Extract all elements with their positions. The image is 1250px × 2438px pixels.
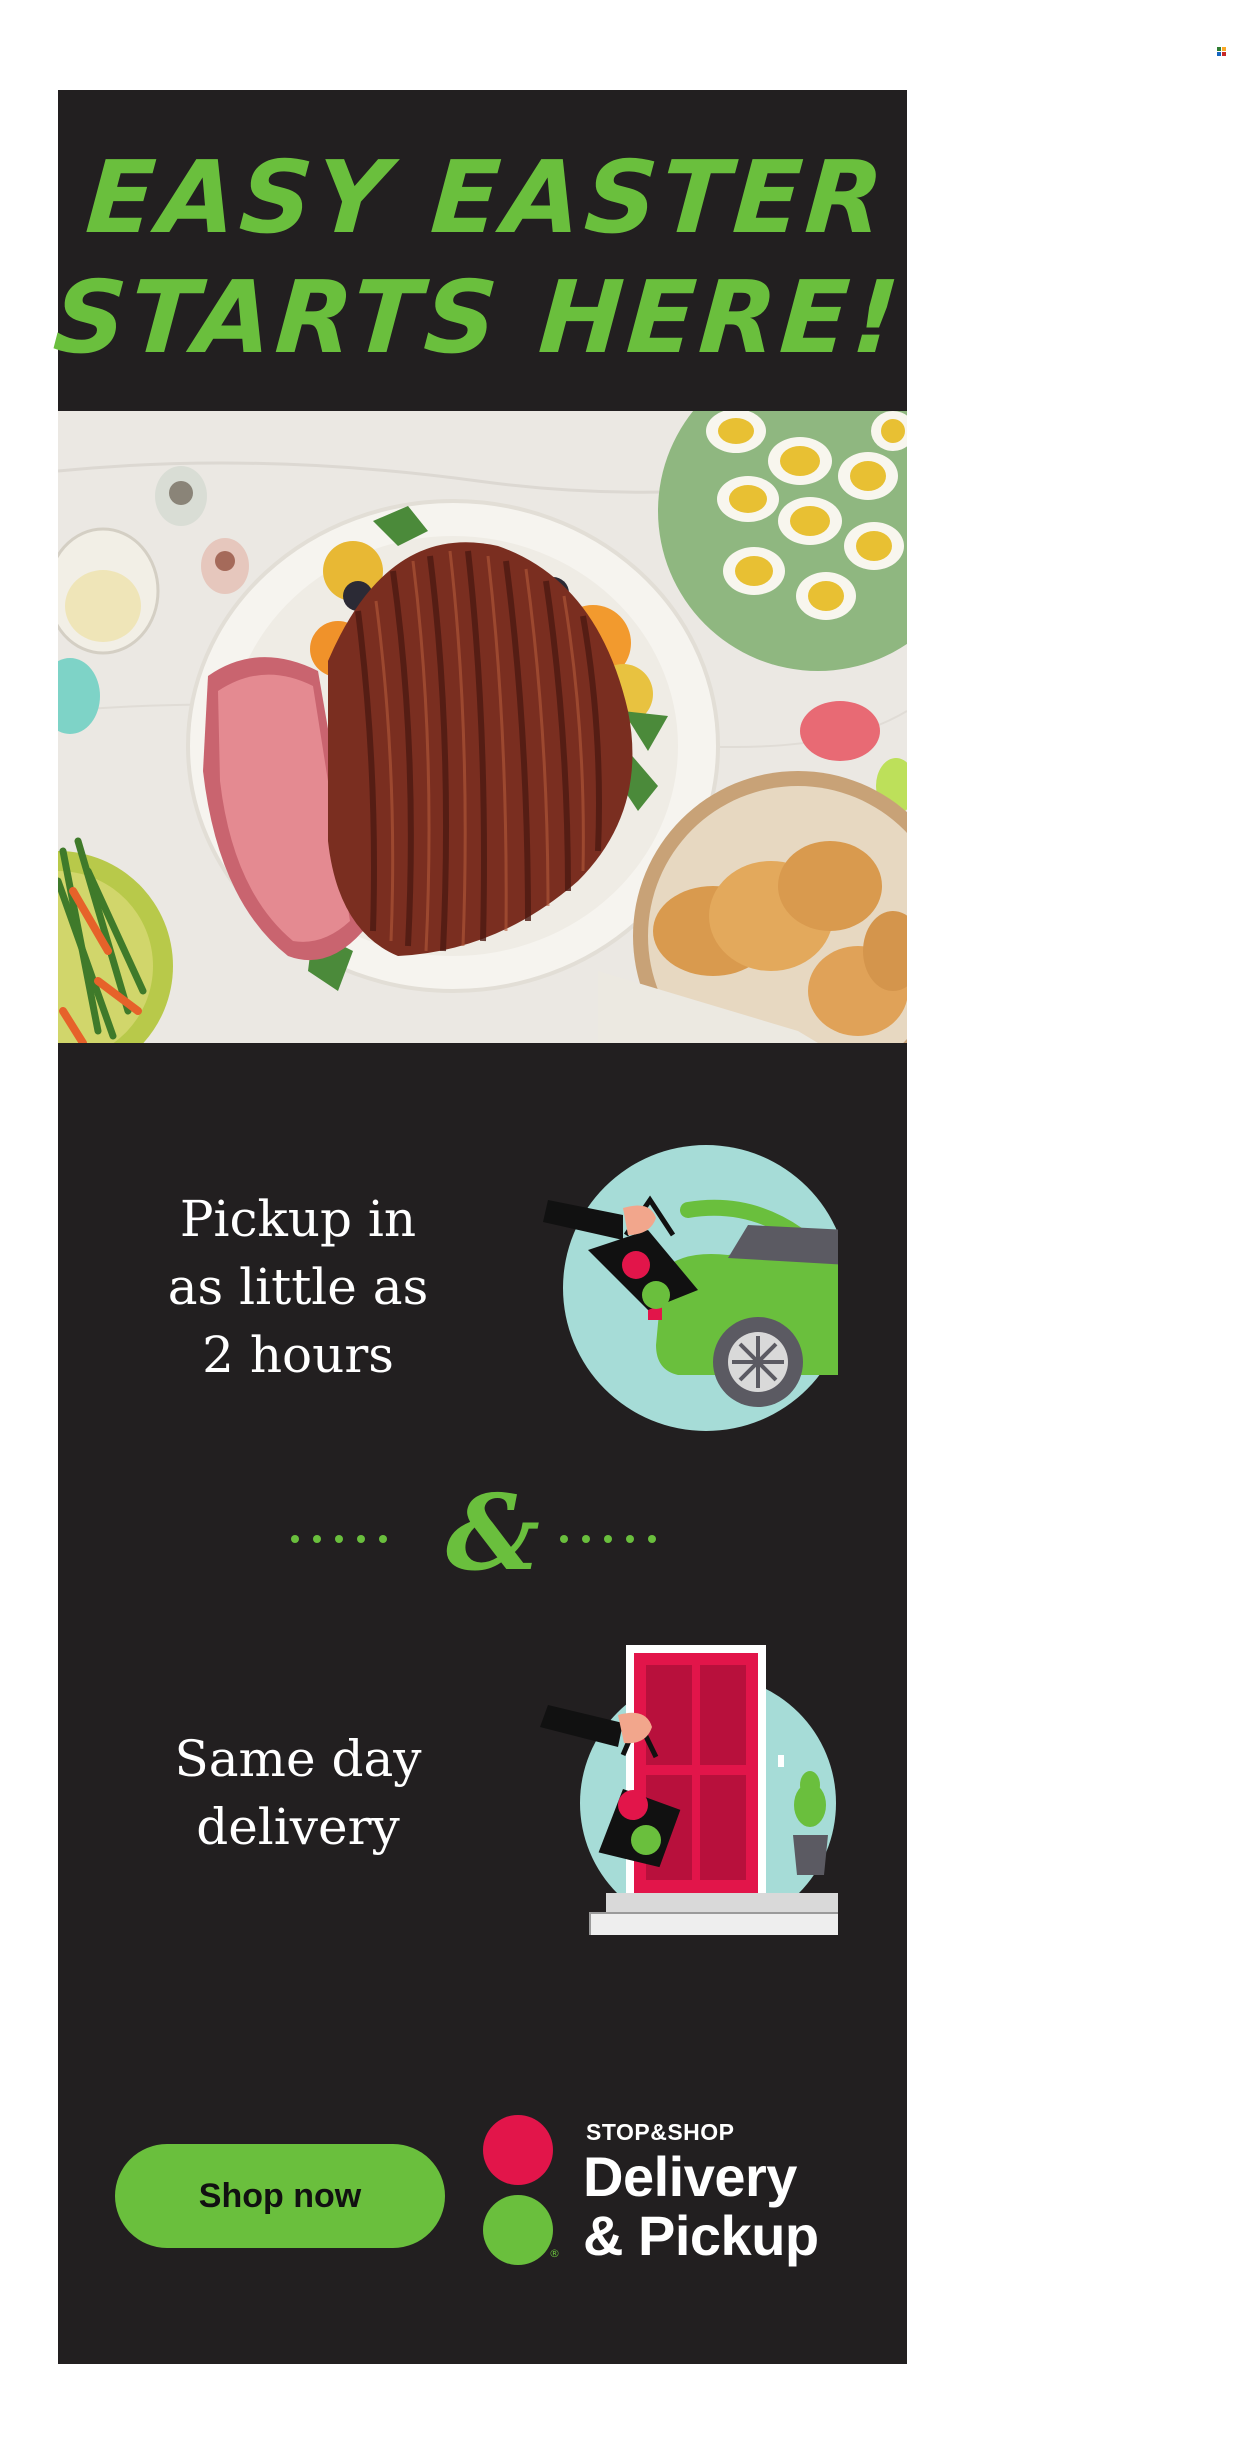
separator: & — [58, 1471, 907, 1594]
ad-banner[interactable]: EASY EASTER STARTS HERE! Pickup in as li… — [50, 90, 907, 2364]
ampersand: & — [446, 1471, 540, 1594]
pickup-text-line-3: 2 hours — [202, 1326, 394, 1384]
stop-and-shop-logo[interactable]: ® STOP&SHOP Delivery & Pickup — [483, 2115, 883, 2280]
logo-line-delivery: Delivery — [583, 2145, 797, 2208]
headline: EASY EASTER STARTS HERE! — [50, 138, 916, 378]
corner-mark — [1217, 47, 1226, 56]
pickup-car-icon — [538, 1140, 849, 1440]
easter-food-photo — [58, 411, 907, 1043]
delivery-door-icon — [538, 1635, 859, 1938]
pickup-text: Pickup in as little as 2 hours — [148, 1185, 448, 1389]
delivery-text-line-2: delivery — [196, 1798, 400, 1856]
logo-green-dot-icon — [483, 2195, 553, 2265]
headline-line-1: EASY EASTER — [82, 139, 891, 256]
delivery-text-line-1: Same day — [174, 1730, 422, 1788]
registered-mark: ® — [549, 2247, 560, 2260]
headline-line-2: STARTS HERE! — [50, 259, 907, 376]
delivery-text: Same day delivery — [148, 1725, 448, 1861]
logo-brand: STOP&SHOP — [586, 2119, 735, 2145]
pickup-text-line-1: Pickup in — [179, 1190, 417, 1248]
dots-right — [560, 1528, 670, 1543]
shop-now-button[interactable]: Shop now — [115, 2144, 445, 2248]
pickup-text-line-2: as little as — [167, 1258, 429, 1316]
logo-line-pickup: & Pickup — [583, 2204, 819, 2267]
logo-red-dot-icon — [483, 2115, 553, 2185]
dots-left — [291, 1528, 401, 1543]
